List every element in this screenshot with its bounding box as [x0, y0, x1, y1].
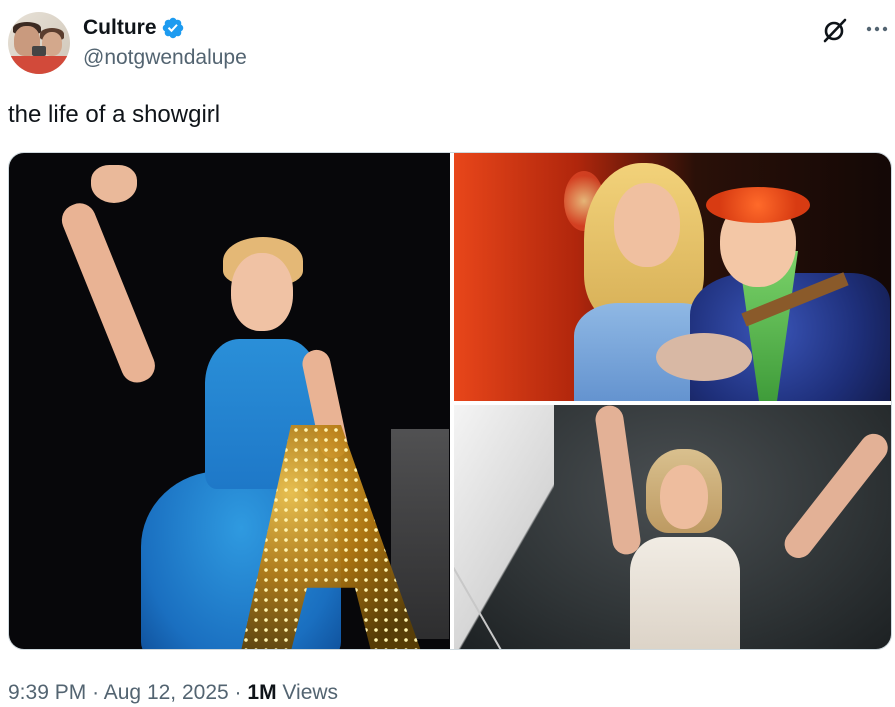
meta-separator: ·	[92, 681, 100, 704]
figure-arm-left	[593, 405, 643, 557]
media-grid	[8, 152, 892, 650]
author-display-name[interactable]: Culture	[83, 15, 157, 41]
avatar-shirt	[8, 56, 70, 74]
media-image-white-fringe[interactable]	[454, 405, 891, 649]
views-label: Views	[282, 681, 339, 704]
figure-boy-wreath	[706, 187, 810, 223]
prop-ukulele	[656, 333, 752, 381]
figure-hand	[91, 165, 137, 203]
figure-arm	[57, 198, 160, 388]
media-image-blue-dress[interactable]	[9, 153, 450, 649]
media-image-hawaiian[interactable]	[454, 153, 891, 401]
avatar-camera	[32, 46, 46, 56]
grok-icon[interactable]	[821, 16, 849, 44]
figure-arm-right	[778, 428, 891, 564]
tweet-date[interactable]: Aug 12, 2025	[104, 681, 229, 704]
verified-badge-icon[interactable]	[161, 16, 185, 40]
figure-face	[231, 253, 293, 331]
meta-separator: ·	[234, 681, 242, 704]
tweet: Culture @notgwendalupe the life of a sho…	[0, 0, 895, 706]
avatar[interactable]	[8, 12, 70, 74]
tweet-text: the life of a showgirl	[8, 101, 221, 128]
figure-fringe-dress	[630, 537, 740, 649]
figure-girl-face	[614, 183, 680, 267]
figure-face	[660, 465, 708, 529]
tweet-time[interactable]: 9:39 PM	[8, 681, 86, 704]
tweet-meta: 9:39 PM · Aug 12, 2025 · 1M Views	[8, 679, 338, 707]
views-count: 1M	[247, 681, 277, 704]
more-horizontal-icon[interactable]	[864, 16, 890, 42]
author-name-row: Culture	[83, 15, 185, 41]
author-handle[interactable]: @notgwendalupe	[83, 45, 247, 71]
figure-sleeve	[454, 405, 554, 649]
